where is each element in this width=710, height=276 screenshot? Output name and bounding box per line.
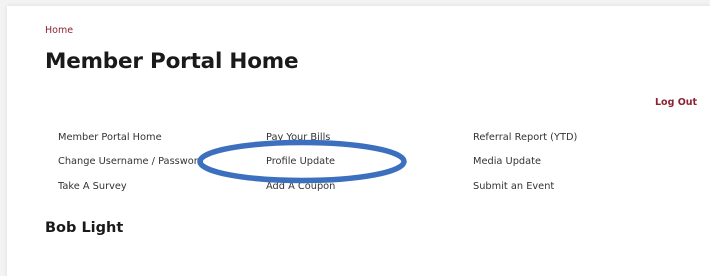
nav-link-add-a-coupon[interactable]: Add A Coupon	[266, 181, 335, 192]
nav-link-pay-your-bills[interactable]: Pay Your Bills	[266, 132, 330, 143]
nav-link-referral-report[interactable]: Referral Report (YTD)	[473, 132, 577, 143]
page-title: Member Portal Home	[45, 49, 299, 74]
member-name: Bob Light	[45, 220, 124, 236]
nav-link-profile-update[interactable]: Profile Update	[266, 156, 335, 167]
nav-link-media-update[interactable]: Media Update	[473, 156, 541, 167]
nav-link-change-username-password[interactable]: Change Username / Password	[58, 156, 204, 167]
logout-link[interactable]: Log Out	[655, 97, 697, 108]
nav-link-take-a-survey[interactable]: Take A Survey	[58, 181, 127, 192]
breadcrumb-home-link[interactable]: Home	[45, 25, 73, 36]
nav-link-member-portal-home[interactable]: Member Portal Home	[58, 132, 162, 143]
nav-link-submit-an-event[interactable]: Submit an Event	[473, 181, 554, 192]
